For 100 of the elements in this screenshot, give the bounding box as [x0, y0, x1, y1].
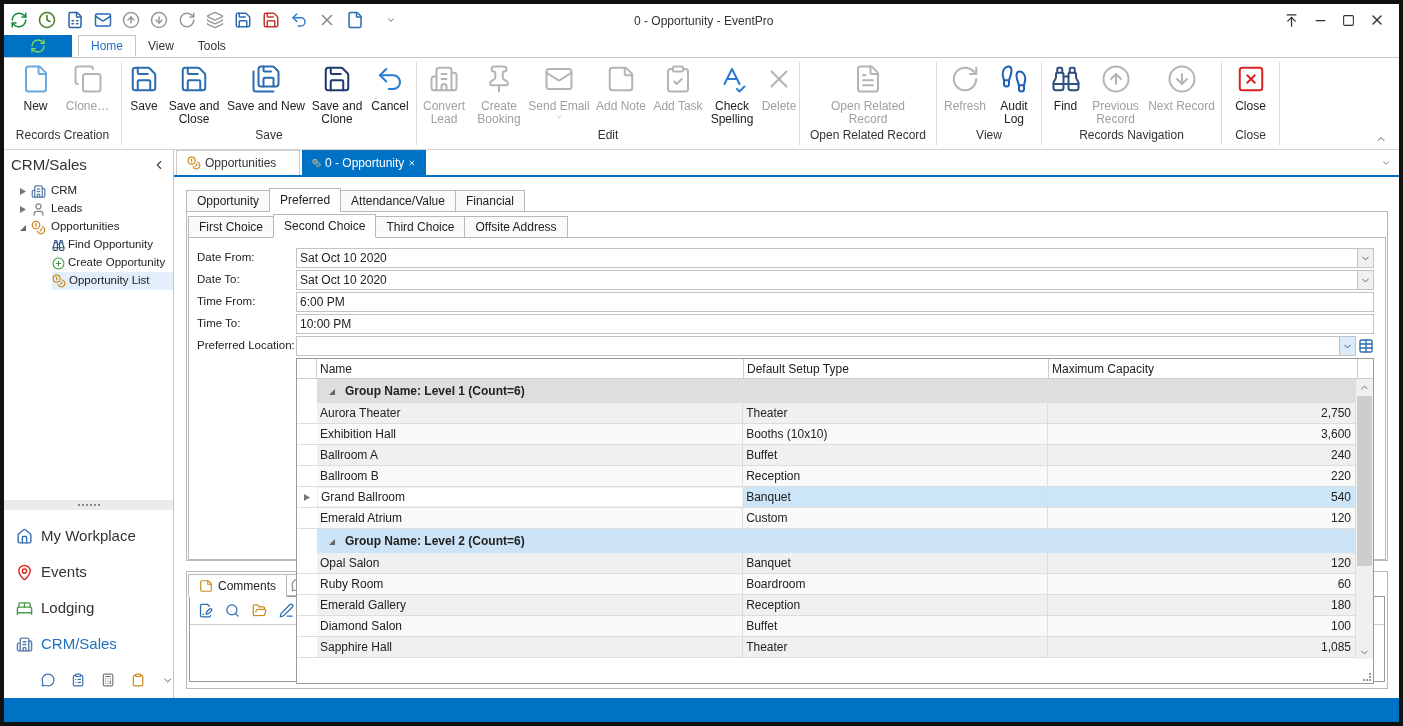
logo-icon[interactable] — [10, 11, 28, 29]
clipboard-icon[interactable] — [131, 672, 146, 688]
group-row[interactable]: Group Name: Level 2 (Count=6) — [317, 529, 1356, 553]
tab-list-caret-icon[interactable] — [1381, 158, 1391, 168]
input-field[interactable]: Sat Oct 10 2020 — [296, 270, 1374, 290]
field-label: Preferred Location: — [197, 338, 296, 354]
ribbon-button[interactable]: Audit Log — [990, 64, 1038, 126]
expand-arrow-icon[interactable] — [20, 205, 26, 213]
ribbon-button[interactable]: New — [10, 64, 61, 113]
bed-icon — [16, 599, 33, 617]
ribbon-button[interactable]: Save — [124, 64, 164, 113]
table-cell: Opal Salon — [316, 553, 744, 573]
plus-icon — [52, 256, 65, 270]
table-cell: Sapphire Hall — [316, 637, 744, 657]
table-cell: Exhibition Hall — [316, 424, 744, 444]
scrollbar[interactable] — [1356, 379, 1373, 659]
table-cell: Emerald Gallery — [316, 595, 744, 615]
table-cell: Banquet — [743, 553, 1048, 573]
column-header[interactable]: Name — [317, 359, 744, 378]
binoculars-icon — [1050, 64, 1081, 94]
coins-icon — [31, 219, 46, 235]
resize-grip-icon[interactable] — [1363, 673, 1371, 681]
form-tab[interactable]: Preferred — [269, 188, 342, 212]
ribbon-button[interactable]: Save and New — [224, 64, 308, 113]
nav-item[interactable]: CRM/Sales — [4, 626, 173, 662]
form-tab[interactable]: Financial — [454, 190, 525, 212]
app-menu-button[interactable] — [4, 35, 72, 57]
tree-item[interactable]: Find Opportunity — [52, 236, 173, 254]
field-label: Time From: — [197, 294, 257, 310]
nav-item[interactable]: Lodging — [4, 590, 173, 626]
table-cell: Theater — [743, 637, 1048, 657]
row-indicator-icon[interactable] — [304, 493, 310, 501]
collapse-arrow-icon[interactable] — [329, 387, 335, 395]
splitter-grip[interactable] — [4, 500, 173, 510]
input-field[interactable] — [296, 336, 1356, 356]
pin-icon — [16, 563, 33, 581]
location-dropdown-menu[interactable] — [296, 358, 1374, 684]
tree-item[interactable]: Create Opportunity — [52, 254, 173, 272]
column-header[interactable]: Maximum Capacity — [1049, 359, 1358, 378]
table-cell: Grand Ballroom — [316, 487, 744, 507]
ribbon-button[interactable]: Cancel — [366, 64, 414, 113]
document-tab[interactable]: Opportunities — [176, 150, 300, 175]
calculator-icon[interactable] — [101, 672, 116, 688]
sub-tab[interactable]: First Choice — [188, 216, 274, 238]
tree-item[interactable]: Opportunity List — [52, 272, 173, 290]
tree-item[interactable]: Opportunities — [4, 218, 173, 236]
ribbon-button[interactable]: Check Spelling — [706, 64, 758, 126]
maximize-icon[interactable] — [1342, 13, 1355, 27]
table-icon[interactable] — [1358, 338, 1374, 354]
table-cell: 100 — [1047, 616, 1356, 636]
ribbon-tab[interactable]: Tools — [185, 35, 238, 57]
document-tab[interactable]: 0 - Opportunity — [302, 150, 426, 175]
sub-tab[interactable]: Third Choice — [375, 216, 466, 238]
sub-tab[interactable]: Offsite Address — [464, 216, 568, 238]
table-cell: Emerald Atrium — [316, 508, 744, 528]
document-icon[interactable] — [66, 11, 84, 29]
pin-ribbon-icon[interactable] — [1284, 12, 1299, 28]
group-row[interactable]: Group Name: Level 1 (Count=6) — [317, 379, 1356, 403]
nav-item[interactable]: Events — [4, 554, 173, 590]
ribbon-button[interactable]: Close — [1225, 64, 1276, 113]
input-field[interactable]: 6:00 PM — [296, 292, 1374, 312]
binoculars-icon — [52, 238, 65, 252]
find-icon[interactable] — [225, 603, 240, 618]
ribbon-tab[interactable]: Home — [78, 35, 136, 57]
input-field[interactable]: 10:00 PM — [296, 314, 1374, 334]
ribbon-button[interactable]: Find — [1045, 64, 1086, 113]
table-cell: Ballroom B — [316, 466, 744, 486]
tree-item[interactable]: Leads — [4, 200, 173, 218]
ribbon-tab[interactable]: View — [136, 35, 186, 57]
undo-arrow-icon[interactable] — [290, 11, 308, 29]
envelope-icon[interactable] — [94, 11, 112, 29]
expand-arrow-icon[interactable] — [20, 187, 26, 195]
table-cell: 120 — [1047, 508, 1356, 528]
clock-icon[interactable] — [38, 11, 56, 29]
folder-icon[interactable] — [252, 603, 267, 618]
ribbon-group-label: Open Related Record — [808, 127, 928, 144]
form-tab[interactable]: Opportunity — [186, 190, 271, 212]
customize-caret-icon[interactable] — [386, 15, 396, 25]
tree-item[interactable]: CRM — [4, 182, 173, 200]
table-cell: 3,600 — [1047, 424, 1356, 444]
sub-tab[interactable]: Second Choice — [273, 214, 377, 238]
speech-bubble-icon[interactable] — [41, 672, 56, 688]
signature-icon[interactable] — [279, 603, 294, 618]
ribbon-button[interactable]: Save and Close — [164, 64, 224, 126]
nav-item[interactable]: My Workplace — [4, 518, 173, 554]
collapse-arrow-icon[interactable] — [20, 223, 26, 231]
ribbon-group-label: Close — [1234, 127, 1267, 144]
column-header[interactable]: Default Setup Type — [744, 359, 1049, 378]
file-icon[interactable] — [346, 11, 364, 29]
ribbon-button[interactable]: Save and Clone — [308, 64, 366, 126]
clipboard-icon[interactable] — [71, 672, 86, 688]
caret-icon — [555, 113, 563, 121]
input-field[interactable]: Sat Oct 10 2020 — [296, 248, 1374, 268]
form-tab[interactable]: Attendance/Value — [340, 190, 456, 212]
refresh-icon[interactable] — [178, 11, 196, 29]
field-label: Time To: — [197, 316, 242, 332]
comments-tab[interactable]: Comments — [188, 574, 287, 597]
collapse-arrow-icon[interactable] — [329, 537, 335, 545]
building-icon — [31, 183, 46, 199]
logo-icon — [30, 38, 46, 54]
